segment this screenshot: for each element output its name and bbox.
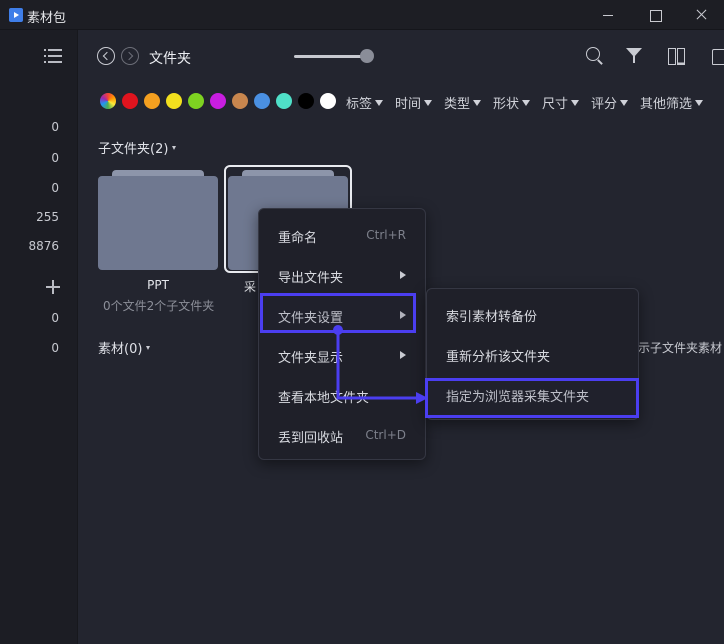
- close-button[interactable]: [691, 5, 711, 25]
- search-icon[interactable]: [585, 46, 605, 66]
- subfolders-header[interactable]: 子文件夹(2): [98, 138, 177, 157]
- shortcut-label: Ctrl+R: [366, 228, 406, 242]
- menu-item-export-folder[interactable]: 导出文件夹: [259, 256, 425, 296]
- chevron-down-icon: [172, 146, 177, 150]
- filter-tags[interactable]: 标签: [346, 93, 384, 112]
- highlight-folder-settings: [260, 293, 416, 333]
- sidebar-count-5[interactable]: 8876: [9, 239, 59, 253]
- zoom-slider-thumb[interactable]: [360, 49, 374, 63]
- chevron-down-icon: [146, 346, 151, 350]
- color-filter-red[interactable]: [122, 93, 138, 109]
- app-logo-icon: [9, 8, 23, 22]
- filter-shape[interactable]: 形状: [493, 93, 531, 112]
- theme-icon[interactable]: [710, 46, 724, 66]
- forward-button[interactable]: [121, 47, 139, 65]
- submenu-arrow-icon: [400, 271, 406, 279]
- filter-size[interactable]: 尺寸: [542, 93, 580, 112]
- sidebar-count-4[interactable]: 255: [9, 210, 59, 224]
- color-filter-black[interactable]: [298, 93, 314, 109]
- chevron-down-icon: [375, 100, 384, 106]
- chevron-down-icon: [473, 100, 482, 106]
- context-menu: 重命名 Ctrl+R 导出文件夹 文件夹设置 文件夹显示 查看本地文件夹 丢到回…: [258, 208, 426, 460]
- filter-type[interactable]: 类型: [444, 93, 482, 112]
- sidebar-count-2[interactable]: 0: [9, 151, 59, 165]
- breadcrumb: 文件夹: [149, 51, 191, 67]
- sidebar: 0 0 0 255 8876 0 0: [0, 30, 78, 644]
- color-filter-brown[interactable]: [232, 93, 248, 109]
- color-filter-purple[interactable]: [210, 93, 226, 109]
- back-button[interactable]: [97, 47, 115, 65]
- show-subfolder-materials-option[interactable]: 示子文件夹素材: [638, 339, 724, 356]
- color-filter-white[interactable]: [320, 93, 336, 109]
- highlight-set-browser-collect-folder: [425, 378, 639, 418]
- color-filter-green[interactable]: [188, 93, 204, 109]
- menu-icon[interactable]: [44, 49, 62, 63]
- sidebar-count-3[interactable]: 0: [9, 181, 59, 195]
- sidebar-count-6[interactable]: 0: [9, 311, 59, 325]
- chevron-down-icon: [695, 100, 704, 106]
- chevron-down-icon: [522, 100, 531, 106]
- folder-name-ppt: PPT: [147, 278, 169, 292]
- color-filter-teal[interactable]: [276, 93, 292, 109]
- zoom-slider[interactable]: [294, 55, 368, 58]
- materials-header[interactable]: 素材(0): [98, 338, 151, 357]
- filter-rating[interactable]: 评分: [591, 93, 629, 112]
- shortcut-label: Ctrl+D: [365, 428, 406, 442]
- add-icon[interactable]: [46, 280, 60, 294]
- color-filter-yellow[interactable]: [166, 93, 182, 109]
- menu-item-move-to-trash[interactable]: 丢到回收站 Ctrl+D: [259, 416, 425, 456]
- submenu-arrow-icon: [400, 351, 406, 359]
- folder-meta-ppt: 0个文件2个子文件夹: [103, 299, 215, 313]
- color-filter-orange[interactable]: [144, 93, 160, 109]
- color-filter-all[interactable]: [100, 93, 116, 109]
- filter-other[interactable]: 其他筛选: [640, 93, 704, 112]
- app-title: 素材包: [27, 11, 67, 26]
- menu-item-view-local-folder[interactable]: 查看本地文件夹: [259, 376, 425, 416]
- submenu-item-index-backup[interactable]: 索引素材转备份: [427, 295, 638, 335]
- menu-item-folder-display[interactable]: 文件夹显示: [259, 336, 425, 376]
- submenu-item-reanalyze-folder[interactable]: 重新分析该文件夹: [427, 335, 638, 375]
- color-filter-blue[interactable]: [254, 93, 270, 109]
- sidebar-count-7[interactable]: 0: [9, 341, 59, 355]
- filter-time[interactable]: 时间: [395, 93, 433, 112]
- filter-icon[interactable]: [625, 46, 645, 66]
- title-bar: 素材包: [0, 0, 724, 30]
- chevron-down-icon: [620, 100, 629, 106]
- folder-thumbnail-ppt[interactable]: [98, 170, 218, 270]
- menu-item-rename[interactable]: 重命名 Ctrl+R: [259, 216, 425, 256]
- sidebar-count-1[interactable]: 0: [9, 120, 59, 134]
- chevron-down-icon: [424, 100, 433, 106]
- minimize-button[interactable]: [598, 5, 618, 25]
- maximize-button[interactable]: [645, 5, 665, 25]
- folder-name-selected: 采: [243, 280, 256, 294]
- chevron-down-icon: [571, 100, 580, 106]
- layout-icon[interactable]: [667, 46, 687, 66]
